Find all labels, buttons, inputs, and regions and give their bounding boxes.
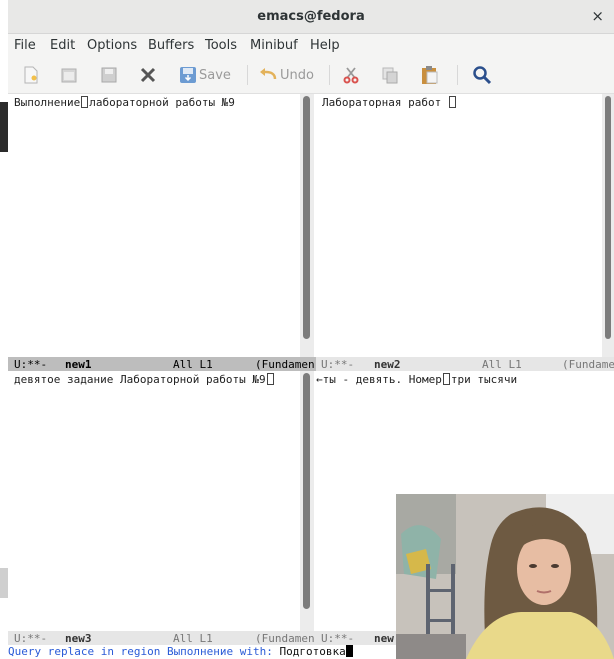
buffer-text-segment: лабораторной работы №9: [89, 96, 235, 109]
buffer-text-segment: ты - девять. Номер: [322, 373, 442, 386]
disk-icon: [101, 67, 117, 83]
cut-button[interactable]: [342, 64, 360, 86]
save-button[interactable]: Save: [179, 64, 231, 86]
line-wrap-indicator: ←: [316, 373, 323, 386]
text-cursor: [345, 645, 353, 657]
scrollbar-thumb[interactable]: [303, 96, 310, 339]
webcam-person-image: [396, 494, 614, 659]
toolbar-divider: [329, 65, 330, 85]
toolbar-divider: [247, 65, 248, 85]
undo-icon: [260, 68, 277, 80]
scrollbar[interactable]: [602, 94, 614, 357]
modeline-position: All L1: [482, 358, 522, 371]
background-window-edge: [0, 0, 8, 659]
menu-minibuf[interactable]: Minibuf: [250, 38, 298, 53]
special-char-box: [81, 96, 89, 108]
menu-file[interactable]: File: [14, 38, 36, 53]
copy-icon: [382, 67, 398, 84]
scrollbar[interactable]: [300, 94, 314, 357]
save-label: Save: [199, 67, 231, 83]
modeline-status: U:**-: [321, 358, 355, 371]
buffer-text: девятое задание Лабораторной работы №9: [14, 373, 275, 386]
modeline-buffer-name: new2: [374, 358, 401, 371]
minibuffer-prompt: Query replace in region Выполнение with:: [8, 645, 280, 658]
special-char-box: [266, 373, 274, 385]
open-folder-icon: [61, 68, 77, 83]
modeline-mode[interactable]: (Fundamen: [255, 632, 315, 645]
search-button[interactable]: [472, 64, 492, 86]
scrollbar[interactable]: [300, 371, 314, 631]
modeline-new2[interactable]: U:**- new2 All L1 (Fundame: [316, 357, 614, 371]
cut-icon: [343, 67, 359, 84]
menu-edit[interactable]: Edit: [50, 38, 75, 53]
save-icon: [180, 67, 196, 83]
buffer-text-segment: Выполнение: [14, 96, 81, 109]
special-char-box: [442, 373, 450, 385]
modeline-mode[interactable]: (Fundamen: [255, 358, 315, 371]
scrollbar-thumb[interactable]: [605, 96, 611, 339]
modeline-new3[interactable]: U:**- new3 All L1 (Fundamen: [8, 631, 316, 645]
editor-window-new3[interactable]: девятое задание Лабораторной работы №9: [8, 371, 300, 631]
buffer-text-segment: девятое задание Лабораторной работы №9: [14, 373, 266, 386]
modeline-buffer-name: new: [374, 632, 394, 645]
editor-window-new1[interactable]: Выполнение лабораторной работы №9: [8, 94, 300, 357]
modeline-position: All L1: [173, 632, 213, 645]
toolbar: Save Undo: [8, 56, 614, 94]
modeline-status: U:**-: [321, 632, 355, 645]
menu-bar: File Edit Options Buffers Tools Minibuf …: [8, 34, 614, 56]
buffer-text: Лабораторная работ: [322, 96, 457, 109]
search-icon: [473, 66, 492, 85]
modeline-buffer-name: new3: [65, 632, 92, 645]
title-bar[interactable]: emacs@fedora ×: [8, 0, 614, 34]
buffer-text-segment: три тысячи: [450, 373, 518, 386]
modeline-new1[interactable]: U:**- new1 All L1 (Fundamen: [8, 357, 316, 371]
window-title: emacs@fedora: [257, 9, 365, 24]
modeline-position: All L1: [173, 358, 213, 371]
new-file-button[interactable]: [23, 64, 39, 86]
buffer-text: Выполнение лабораторной работы №9: [14, 96, 235, 109]
copy-button[interactable]: [381, 64, 399, 86]
background-window-fragment: [0, 568, 8, 598]
menu-options[interactable]: Options: [87, 38, 137, 53]
webcam-overlay: [396, 494, 614, 659]
close-buffer-button[interactable]: [139, 64, 157, 86]
menu-tools[interactable]: Tools: [205, 38, 237, 53]
new-file-icon: [24, 66, 38, 84]
close-x-icon: [140, 67, 156, 83]
open-folder-button[interactable]: [60, 64, 78, 86]
menu-help[interactable]: Help: [310, 38, 340, 53]
modeline-status: U:**-: [14, 358, 48, 371]
editor-window-new2[interactable]: Лабораторная работ: [316, 94, 602, 357]
paste-button[interactable]: [420, 64, 440, 86]
menu-buffers[interactable]: Buffers: [148, 38, 194, 53]
scrollbar-thumb[interactable]: [303, 373, 310, 609]
modeline-mode[interactable]: (Fundame: [562, 358, 614, 371]
modeline-buffer-name: new1: [65, 358, 92, 371]
close-window-icon[interactable]: ×: [591, 7, 604, 25]
background-window-fragment: [0, 102, 8, 152]
undo-button[interactable]: Undo: [258, 64, 314, 86]
disk-button[interactable]: [100, 64, 118, 86]
paste-icon: [422, 66, 438, 84]
buffer-text-segment: Лабораторная работ: [322, 96, 448, 109]
modeline-status: U:**-: [14, 632, 48, 645]
buffer-text: ←ты - девять. Номер три тысячи: [316, 373, 517, 386]
toolbar-divider: [457, 65, 458, 85]
undo-label: Undo: [280, 67, 314, 83]
special-char-box: [448, 96, 456, 108]
minibuffer-input[interactable]: Подготовка: [280, 645, 346, 658]
